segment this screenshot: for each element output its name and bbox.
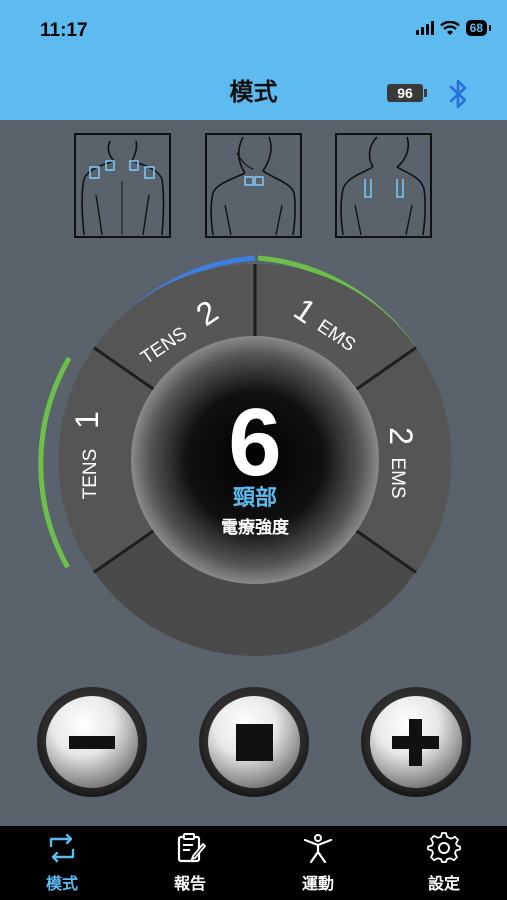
status-bar: 11:17 68	[0, 0, 507, 62]
svg-text:1: 1	[69, 411, 105, 429]
tab-settings-label: 設定	[427, 874, 460, 893]
mode-cycle-icon	[49, 833, 75, 863]
device-battery-badge: 96	[387, 84, 427, 102]
exercise-person-icon	[303, 834, 333, 864]
phone-battery-icon: 68	[465, 20, 492, 36]
gear-icon	[427, 832, 461, 863]
body-figure-icon	[81, 140, 165, 236]
tab-report-label: 報告	[173, 874, 206, 893]
wifi-icon	[439, 20, 460, 35]
svg-text:TENS: TENS	[80, 449, 101, 500]
intensity-dial: 6 頸部 電療強度 TENS 1 TENS 2 1 EMS 2 EMS	[38, 255, 452, 656]
tab-exercise[interactable]: 運動	[278, 832, 358, 894]
intensity-value: 6	[228, 389, 281, 496]
nav-bar: 模式	[0, 62, 507, 120]
body-figure-icon	[210, 136, 296, 236]
cellular-signal-icon	[415, 21, 434, 35]
bluetooth-icon[interactable]	[448, 78, 470, 110]
intensity-caption: 電療強度	[221, 517, 290, 538]
tab-mode-label: 模式	[45, 874, 78, 893]
tab-settings[interactable]: 設定	[404, 832, 484, 894]
decrease-intensity-button[interactable]	[36, 686, 148, 798]
increase-intensity-button[interactable]	[360, 686, 472, 798]
svg-text:2: 2	[383, 427, 419, 445]
status-icons: 68	[415, 20, 492, 36]
tab-mode[interactable]: 模式	[22, 832, 102, 894]
page-title: 模式	[229, 78, 278, 106]
body-figure-icon	[340, 136, 426, 236]
stop-square-icon	[236, 724, 273, 761]
svg-text:EMS: EMS	[387, 457, 408, 498]
tab-bar: 模式 報告 運動 設定	[0, 826, 507, 900]
tab-exercise-label: 運動	[301, 874, 334, 893]
position-card-back-of-neck[interactable]	[205, 133, 302, 238]
position-card-upper-back[interactable]	[335, 133, 432, 238]
stop-button[interactable]	[198, 686, 310, 798]
status-time: 11:17	[40, 20, 88, 41]
body-area-label: 頸部	[233, 485, 277, 511]
position-card-neck-shoulders[interactable]	[74, 133, 171, 238]
minus-icon	[69, 736, 115, 749]
report-clipboard-icon	[177, 833, 207, 863]
tab-report[interactable]: 報告	[150, 832, 230, 894]
